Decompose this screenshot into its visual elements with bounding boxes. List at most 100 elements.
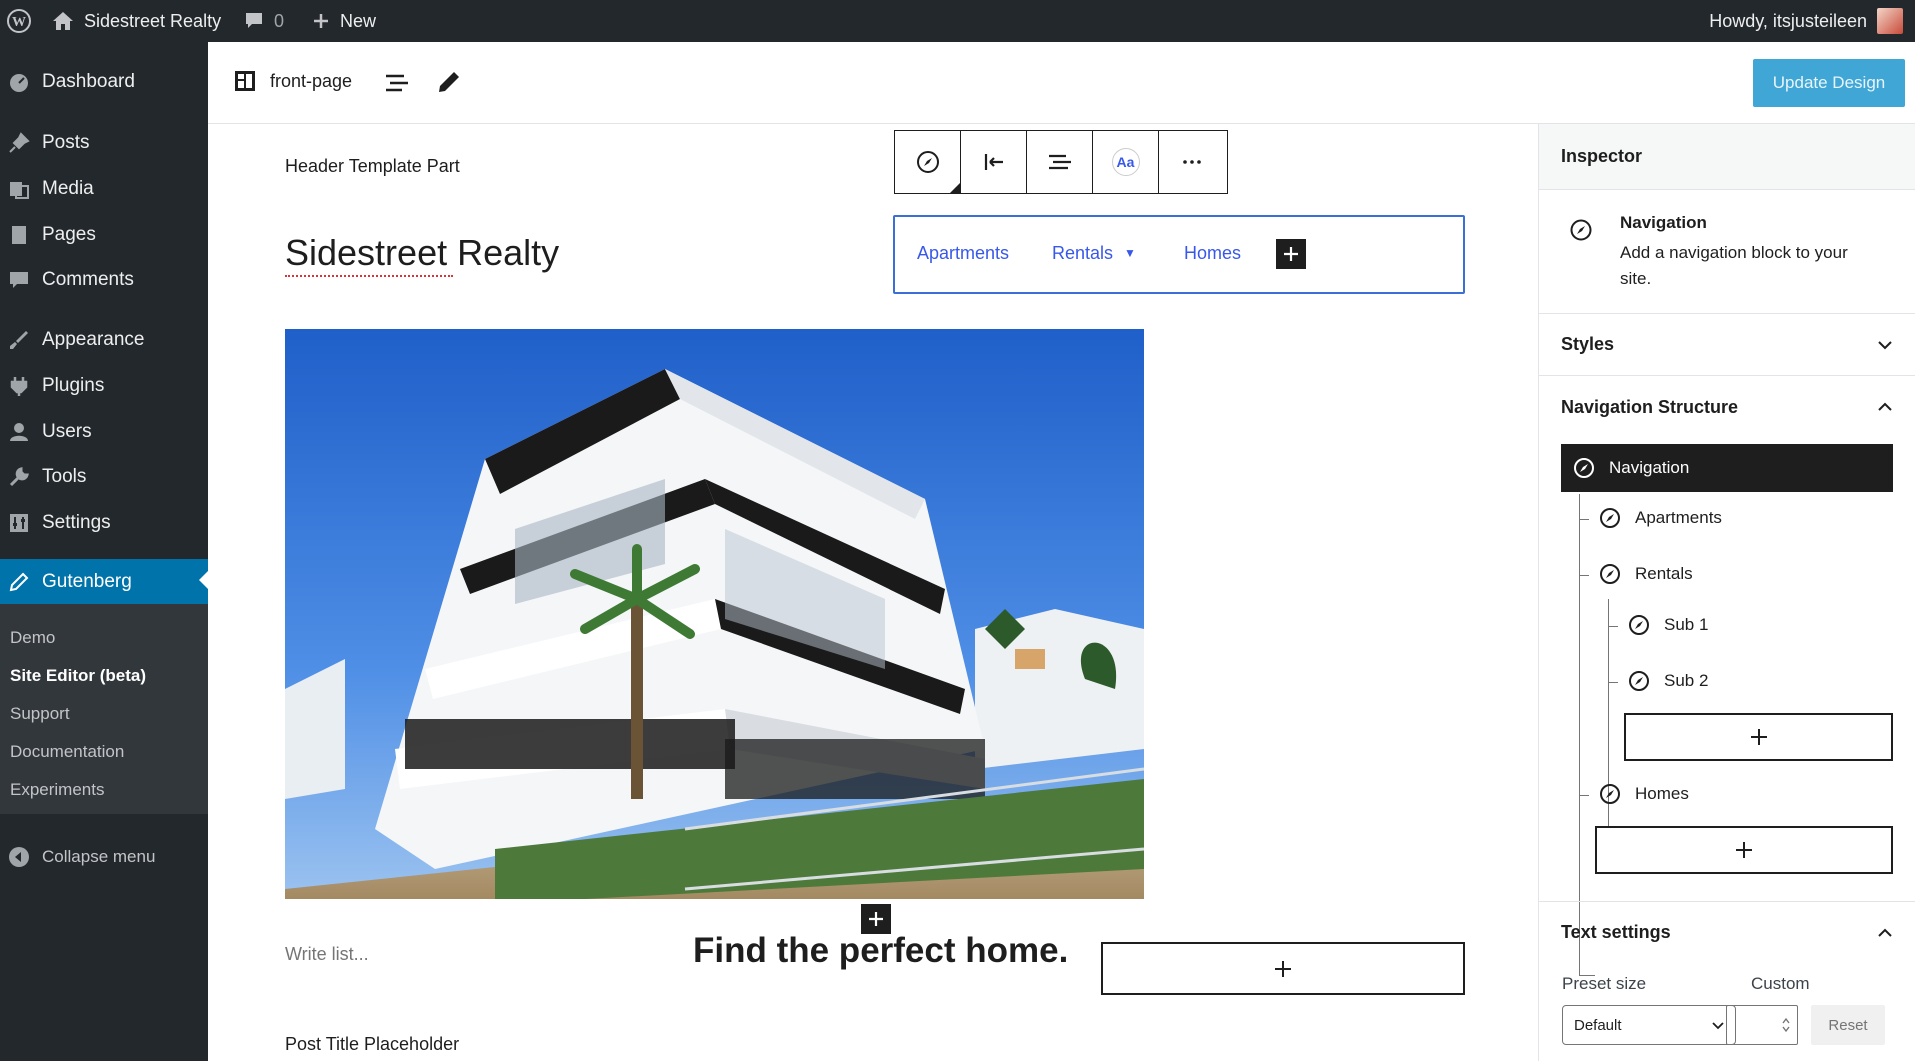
sidebar-item-label: Posts bbox=[42, 132, 90, 153]
preset-size-select[interactable]: Default bbox=[1562, 1005, 1736, 1045]
tree-connector bbox=[1579, 575, 1589, 576]
nav-add-item-button[interactable] bbox=[1276, 239, 1306, 269]
post-title-placeholder[interactable]: Post Title Placeholder bbox=[285, 1034, 459, 1055]
reset-button[interactable]: Reset bbox=[1811, 1005, 1885, 1045]
justify-button[interactable] bbox=[961, 131, 1027, 193]
styles-panel-toggle[interactable]: Styles bbox=[1539, 314, 1915, 376]
sidebar-item-label: Media bbox=[42, 178, 94, 199]
sidebar-item-users[interactable]: Users bbox=[0, 412, 208, 452]
submenu-item-documentation[interactable]: Documentation bbox=[10, 742, 124, 762]
tree-connector bbox=[1608, 682, 1618, 683]
avatar bbox=[1877, 8, 1903, 34]
gutenberg-submenu: Demo Site Editor (beta) Support Document… bbox=[0, 604, 208, 814]
editor-canvas: Header Template Part Aa Sidestreet Realt… bbox=[208, 124, 1538, 1061]
sidebar-item-posts[interactable]: Posts bbox=[0, 123, 208, 163]
custom-size-input[interactable] bbox=[1726, 1005, 1798, 1045]
collapse-menu-button[interactable]: Collapse menu bbox=[0, 842, 208, 872]
admin-sidebar: Dashboard Posts Media Pages Comments App… bbox=[0, 42, 208, 1061]
block-appender-button[interactable] bbox=[1101, 942, 1465, 995]
compass-icon bbox=[1570, 219, 1592, 241]
dashboard-icon bbox=[10, 74, 28, 92]
admin-bar: W Sidestreet Realty 0 New Howdy, itsjust… bbox=[0, 0, 1915, 42]
tree-add-submenu-item-button[interactable] bbox=[1624, 713, 1893, 761]
hero-image[interactable] bbox=[285, 329, 1144, 899]
spellcheck-underline bbox=[285, 275, 453, 277]
plus-icon bbox=[1275, 960, 1291, 977]
tree-item-sub-2[interactable]: Sub 2 bbox=[1628, 670, 1708, 692]
compass-icon bbox=[1629, 671, 1649, 691]
plus-icon bbox=[1750, 729, 1767, 745]
update-design-button[interactable]: Update Design bbox=[1753, 59, 1905, 107]
sidebar-item-comments[interactable]: Comments bbox=[0, 260, 208, 300]
block-toolbar: Aa bbox=[894, 130, 1228, 194]
more-options-button[interactable] bbox=[1159, 131, 1225, 193]
nav-link-rentals[interactable]: Rentals ▼ bbox=[1052, 243, 1136, 264]
chevron-down-icon bbox=[1878, 341, 1892, 350]
admin-bar-comments[interactable]: 0 bbox=[244, 0, 284, 42]
text-settings-panel-toggle[interactable]: Text settings bbox=[1539, 901, 1915, 963]
heading-block[interactable]: Find the perfect home. bbox=[693, 931, 1068, 971]
tree-item-rentals[interactable]: Rentals bbox=[1599, 563, 1693, 585]
sidebar-item-label: Appearance bbox=[42, 329, 145, 350]
more-icon bbox=[1183, 160, 1201, 164]
sidebar-item-label: Pages bbox=[42, 224, 96, 245]
admin-bar-account[interactable]: Howdy, itsjusteileen bbox=[1709, 0, 1903, 42]
block-type-button[interactable] bbox=[895, 131, 961, 193]
list-view-icon bbox=[386, 74, 408, 92]
navigation-structure-panel-toggle[interactable]: Navigation Structure bbox=[1539, 376, 1915, 438]
sidebar-item-label: Dashboard bbox=[42, 71, 135, 92]
corner-mark-icon bbox=[950, 183, 960, 193]
settings-icon bbox=[10, 514, 28, 532]
sidebar-item-media[interactable]: Media bbox=[0, 169, 208, 209]
collapse-menu-label: Collapse menu bbox=[42, 847, 156, 866]
typography-button[interactable]: Aa bbox=[1093, 131, 1159, 193]
list-block-placeholder[interactable]: Write list... bbox=[285, 944, 369, 965]
sidebar-item-settings[interactable]: Settings bbox=[0, 503, 208, 543]
sidebar-item-plugins[interactable]: Plugins bbox=[0, 366, 208, 406]
plus-icon bbox=[314, 14, 328, 28]
compass-icon bbox=[1600, 564, 1620, 584]
tree-item-navigation[interactable]: Navigation bbox=[1561, 444, 1893, 492]
sidebar-item-tools[interactable]: Tools bbox=[0, 457, 208, 497]
nav-link-homes[interactable]: Homes bbox=[1184, 243, 1241, 264]
tree-item-apartments[interactable]: Apartments bbox=[1599, 507, 1722, 529]
page-icon bbox=[12, 226, 26, 244]
brush-icon bbox=[10, 331, 28, 349]
navigation-menu-button[interactable] bbox=[1027, 131, 1093, 193]
styles-panel-label: Styles bbox=[1561, 334, 1615, 354]
site-title[interactable]: Sidestreet Realty bbox=[285, 232, 559, 277]
submenu-item-experiments[interactable]: Experiments bbox=[10, 780, 104, 800]
tree-add-item-button[interactable] bbox=[1595, 826, 1893, 874]
sidebar-item-appearance[interactable]: Appearance bbox=[0, 320, 208, 360]
template-icon bbox=[235, 71, 255, 91]
sidebar-item-dashboard[interactable]: Dashboard bbox=[0, 62, 208, 102]
edit-button[interactable] bbox=[434, 68, 464, 98]
spinner-arrows-icon bbox=[1782, 1017, 1790, 1033]
tree-item-homes[interactable]: Homes bbox=[1599, 783, 1689, 805]
plus-icon bbox=[1284, 247, 1298, 261]
template-switcher[interactable]: front-page bbox=[234, 70, 352, 92]
nav-link-apartments[interactable]: Apartments bbox=[917, 243, 1009, 264]
admin-bar-new[interactable]: New bbox=[312, 0, 376, 42]
tree-item-sub-1[interactable]: Sub 1 bbox=[1628, 614, 1708, 636]
typography-aa-icon: Aa bbox=[1111, 148, 1140, 176]
preset-size-value: Default bbox=[1574, 1016, 1622, 1034]
navigation-block[interactable]: Apartments Rentals ▼ Homes bbox=[893, 215, 1465, 294]
sidebar-item-gutenberg[interactable]: Gutenberg bbox=[0, 559, 208, 605]
justify-left-icon bbox=[984, 154, 1003, 170]
tree-connector bbox=[1579, 519, 1589, 520]
submenu-item-demo[interactable]: Demo bbox=[10, 628, 55, 648]
block-inserter-button[interactable] bbox=[861, 904, 891, 934]
sidebar-item-label: Settings bbox=[42, 512, 111, 533]
submenu-item-site-editor[interactable]: Site Editor (beta) bbox=[10, 666, 146, 686]
submenu-item-support[interactable]: Support bbox=[10, 704, 70, 724]
svg-text:W: W bbox=[12, 15, 26, 30]
navigation-structure-label: Navigation Structure bbox=[1561, 396, 1739, 417]
admin-bar-site[interactable]: Sidestreet Realty bbox=[52, 0, 221, 42]
list-view-button[interactable] bbox=[382, 68, 412, 98]
inspector-panel: Inspector Navigation Add a navigation bl… bbox=[1538, 124, 1915, 1061]
tree-item-label: Apartments bbox=[1635, 508, 1722, 527]
tree-item-label: Homes bbox=[1635, 784, 1689, 803]
wordpress-logo-icon[interactable]: W bbox=[6, 0, 36, 42]
sidebar-item-pages[interactable]: Pages bbox=[0, 215, 208, 255]
